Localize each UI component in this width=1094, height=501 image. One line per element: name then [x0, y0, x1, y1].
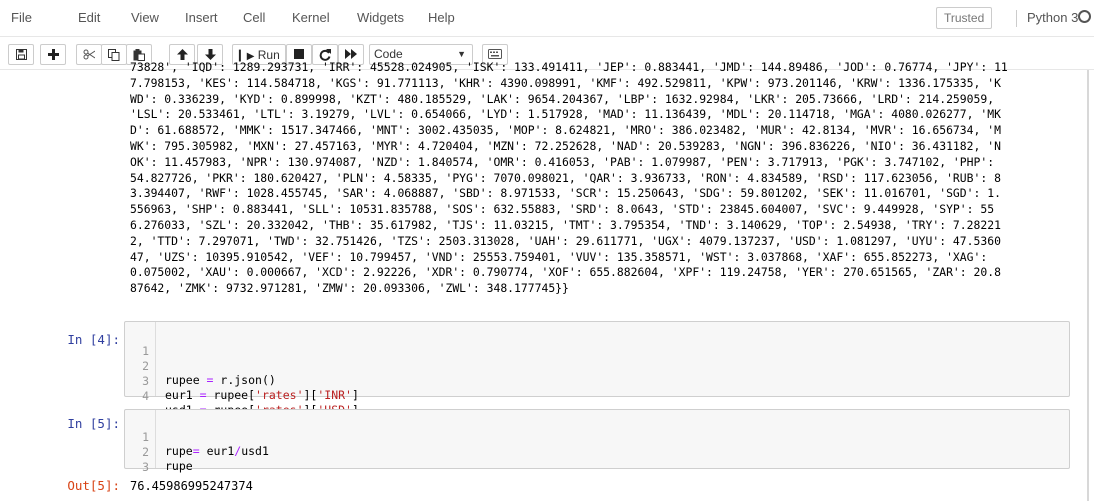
- output-line: 54.827726, 'PKR': 180.620427, 'PLN': 4.5…: [130, 170, 1001, 185]
- save-icon: [15, 49, 27, 60]
- output-line: WD': 0.336239, 'KYD': 0.899998, 'KZT': 4…: [130, 91, 995, 106]
- code-text: rupe: [165, 459, 193, 473]
- code-token: eur1: [165, 388, 200, 402]
- code-cell-5[interactable]: 1 rupe= eur1/usd1 2 rupe 3: [124, 409, 1070, 474]
- code-line-2: 2 rupee = r.json(): [125, 345, 1025, 387]
- code-line-2: 2 rupe: [125, 431, 1025, 473]
- menu-widgets[interactable]: Widgets: [357, 10, 404, 25]
- fast-forward-icon: [345, 49, 357, 59]
- menu-kernel[interactable]: Kernel: [292, 10, 330, 25]
- menu-bar: File Edit View Insert Cell Kernel Widget…: [0, 0, 1094, 37]
- menu-edit[interactable]: Edit: [78, 10, 100, 25]
- code-token: rupee[: [206, 388, 256, 402]
- code-line-1: 1 rupe= eur1/usd1: [125, 416, 1025, 458]
- arrow-up-icon: [176, 49, 188, 60]
- code-token: ][: [303, 388, 318, 402]
- code-operator: =: [199, 388, 207, 402]
- code-text: eur1 = rupee['rates']['INR']: [165, 388, 359, 402]
- kernel-name[interactable]: Python 3: [1016, 10, 1078, 27]
- code-line-3: 3 eur1 = rupee['rates']['INR']: [125, 360, 1025, 402]
- code-cell-4[interactable]: 1 2 rupee = r.json() 3 eur1 = rupee['rat…: [124, 321, 1070, 417]
- output-line: 6.276033, 'SZL': 20.332042, 'THB': 35.61…: [130, 218, 1001, 232]
- output-line: 0.075002, 'XAU': 0.000667, 'XCD': 2.9222…: [130, 265, 1001, 280]
- output-line: 87642, 'ZMK': 9732.971281, 'ZMW': 20.093…: [130, 281, 569, 296]
- output-line: 3.394407, 'RWF': 1028.455745, 'SAR': 4.0…: [130, 186, 1001, 201]
- output-line: 'LSL': 20.533461, 'LTL': 3.19279, 'LVL':…: [130, 107, 1001, 122]
- output-line: WK': 795.305982, 'MXN': 27.457163, 'MYR'…: [130, 139, 1001, 153]
- line-number: 3: [142, 460, 149, 474]
- cut-icon: [83, 49, 95, 60]
- menu-view[interactable]: View: [131, 10, 159, 25]
- kernel-idle-icon: [1078, 10, 1091, 23]
- menu-insert[interactable]: Insert: [185, 10, 218, 25]
- menu-cell[interactable]: Cell: [243, 10, 265, 25]
- stop-icon: [294, 49, 304, 59]
- notebook-area: 73828', 'IQD': 1289.293731, 'IRR': 45528…: [0, 60, 1094, 501]
- menu-help[interactable]: Help: [428, 10, 455, 25]
- plus-icon: [47, 49, 59, 60]
- output-line: 2, 'TTD': 7.297071, 'TWD': 32.751426, 'T…: [130, 233, 1001, 248]
- previous-output: 73828', 'IQD': 1289.293731, 'IRR': 45528…: [0, 60, 1080, 310]
- output-line: 73828', 'IQD': 1289.293731, 'IRR': 45528…: [130, 60, 1008, 74]
- code-line-3: 3: [125, 446, 1025, 474]
- trusted-indicator[interactable]: Trusted: [936, 7, 993, 29]
- output-line: 7.798153, 'KES': 114.584718, 'KGS': 91.7…: [130, 75, 1001, 90]
- cell-5-prompt: In [5]:: [67, 416, 120, 431]
- cell-4-prompt: In [4]:: [67, 332, 120, 347]
- scrollbar[interactable]: [1087, 70, 1089, 501]
- output-line: 47, 'UZS': 10395.910542, 'VEF': 10.79945…: [130, 249, 988, 264]
- line-number: 4: [142, 389, 149, 403]
- output-line: OK': 11.457983, 'NPR': 130.974087, 'NZD'…: [130, 154, 995, 169]
- code-line-4: 4 usd1 = rupee['rates']['USD']: [125, 375, 1025, 417]
- arrow-down-icon: [204, 49, 216, 60]
- code-token: ]: [351, 388, 359, 402]
- output-line: D': 61.688572, 'MMK': 1517.347466, 'MNT'…: [130, 123, 1001, 138]
- code-string: 'rates': [255, 388, 304, 402]
- cell-type-value: Code: [374, 47, 403, 61]
- output-value: 76.45986995247374: [130, 479, 253, 493]
- menu-file[interactable]: File: [11, 10, 32, 25]
- code-string: 'INR': [317, 388, 352, 402]
- code-line-1: 1: [125, 330, 1025, 358]
- out-5-prompt: Out[5]:: [67, 478, 120, 493]
- output-line: 556963, 'SHP': 0.883441, 'SLL': 10531.83…: [130, 202, 995, 217]
- keyboard-icon: [488, 49, 502, 59]
